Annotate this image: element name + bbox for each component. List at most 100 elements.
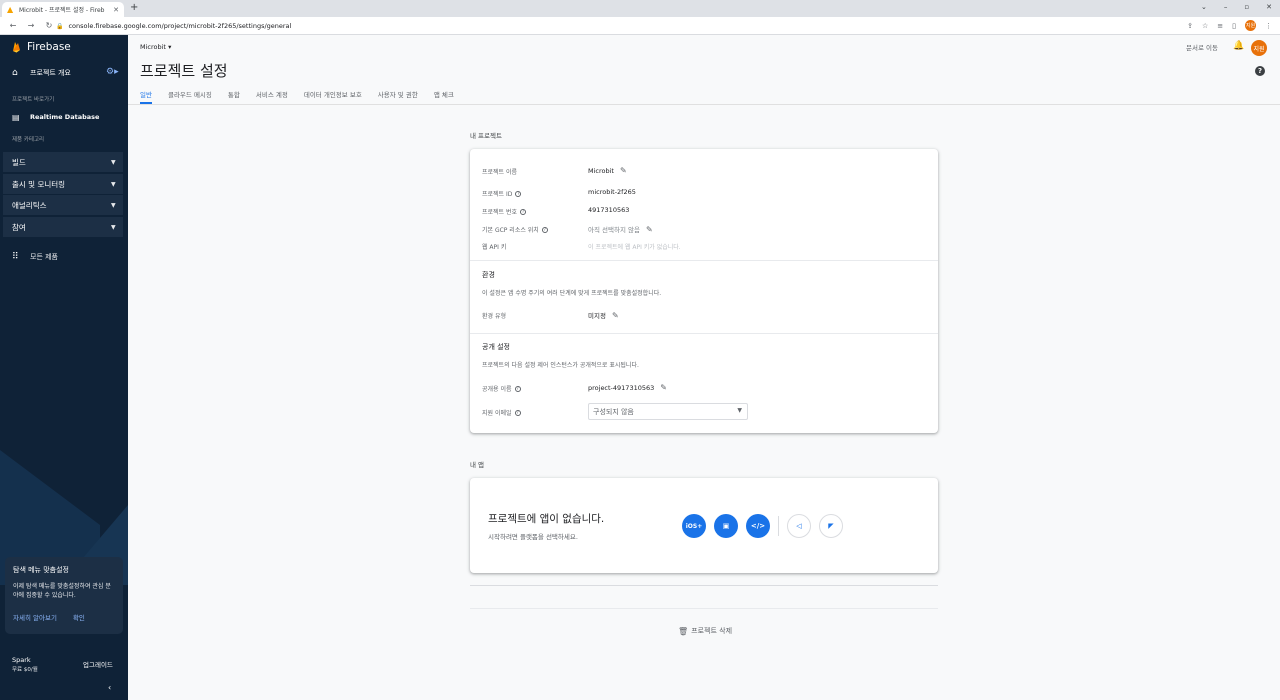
address-bar[interactable]: 🔒 console.firebase.google.com/project/mi… [56,19,1176,33]
help-circle-icon[interactable]: ? [515,190,522,197]
help-circle-icon[interactable]: ? [514,409,521,416]
project-id-label-text: 프로젝트 ID [482,191,513,198]
support-email-select[interactable]: 구성되지 않음 ▼ [588,403,748,420]
add-flutter-app-button[interactable]: ◤ [819,514,843,538]
sidebar-category-release-monitor[interactable]: 출시 및 모니터링 ▼ [3,174,123,194]
help-circle-icon[interactable]: ? [514,385,521,392]
firebase-logo[interactable]: Firebase [12,41,71,53]
no-apps-desc: 시작하려면 플랫폼을 선택하세요. [488,533,578,541]
category-label: 빌드 [12,157,26,167]
help-circle-icon[interactable]: ? [520,208,527,215]
tab-app-check[interactable]: 앱 체크 [434,86,454,104]
environment-type-value: 미지정 ✎ [588,310,619,321]
close-window-icon[interactable]: ✕ [1266,3,1272,11]
tab-search-icon[interactable]: ⌄ [1201,3,1207,11]
sidebar-category-analytics[interactable]: 애널리틱스 ▼ [3,195,123,215]
tab-integrations[interactable]: 통합 [228,86,240,104]
edit-pencil-icon[interactable]: ✎ [646,225,653,234]
edit-pencil-icon[interactable]: ✎ [620,166,627,175]
project-switcher[interactable]: Microbit ▾ [140,43,171,51]
content-divider [470,608,938,609]
public-name-value: project-4917310563 ✎ [588,383,667,392]
nav-customize-tip-card: 탐색 메뉴 맞춤설정 이제 탐색 메뉴를 맞춤설정하여 관심 분야에 집중할 수… [5,557,123,634]
help-icon[interactable]: ? [1255,66,1265,76]
all-products-link[interactable]: ⠿ 모든 제품 [0,249,128,265]
bookmark-star-icon[interactable]: ☆ [1202,22,1208,30]
add-unity-app-button[interactable]: ◁ [787,514,811,538]
sidebar-category-build[interactable]: 빌드 ▼ [3,152,123,172]
learn-more-link[interactable]: 자세히 알아보기 [13,612,57,622]
my-apps-card: 프로젝트에 앱이 없습니다. 시작하려면 플랫폼을 선택하세요. iOS+ ▣ … [470,478,938,573]
project-number-value: 4917310563 [588,206,630,214]
environment-type-text: 미지정 [588,312,606,320]
browser-tab[interactable]: ▲ Microbit - 프로젝트 설정 - Fireb ✕ [2,2,124,17]
url-text[interactable]: console.firebase.google.com/project/micr… [68,22,291,30]
settings-gear-icon[interactable]: ⚙▸ [106,67,119,77]
all-products-label: 모든 제품 [30,253,58,261]
account-avatar[interactable]: 지원 [1251,40,1267,56]
reading-list-icon[interactable]: ≡ [1217,22,1223,30]
my-apps-label: 내 앱 [470,461,485,469]
gcp-location-text: 아직 선택하지 않음 [588,226,640,234]
firebase-favicon-icon: ▲ [7,5,14,14]
go-to-docs-link[interactable]: 문서로 이동 [1186,42,1218,52]
sidebar: Firebase ⌂ 프로젝트 개요 ⚙▸ 프로젝트 바로가기 ▤ Realti… [0,35,128,700]
help-circle-icon[interactable]: ? [541,226,548,233]
tab-cloud-messaging[interactable]: 클라우드 메시징 [168,86,212,104]
reload-icon[interactable]: ↻ [44,21,54,30]
add-android-app-button[interactable]: ▣ [714,514,738,538]
android-icon: ▣ [722,522,730,530]
my-project-label: 내 프로젝트 [470,132,502,140]
category-label: 출시 및 모니터링 [12,179,66,189]
browser-tab-strip: ▲ Microbit - 프로젝트 설정 - Fireb ✕ + ⌄ – ▫ ✕ [0,0,1280,17]
tab-users-permissions[interactable]: 사용자 및 권한 [378,86,418,104]
tab-data-privacy[interactable]: 데이터 개인정보 보호 [304,86,362,104]
public-name-label-text: 공개용 이름 [482,386,512,393]
side-panel-icon[interactable]: ▯ [1232,22,1236,30]
tab-service-accounts[interactable]: 서비스 계정 [256,86,288,104]
edit-pencil-icon[interactable]: ✎ [660,383,667,392]
browser-tab-title: Microbit - 프로젝트 설정 - Fireb [19,7,105,14]
billing-plan: Spark 무료 $0/월 [12,656,38,673]
firebase-brand-name: Firebase [27,41,71,53]
sidebar-item-realtime-database[interactable]: ▤ Realtime Database [0,109,128,125]
confirm-link[interactable]: 확인 [73,612,85,622]
code-brackets-icon: </> [750,522,766,530]
upgrade-button[interactable]: 업그레이드 [83,659,113,669]
support-email-selected: 구성되지 않음 [593,407,634,416]
unity-icon: ◁ [796,522,802,530]
tip-title: 탐색 메뉴 맞춤설정 [13,566,69,574]
add-ios-app-button[interactable]: iOS+ [682,514,706,538]
dropdown-arrow-icon: ▼ [737,407,742,414]
back-icon[interactable]: ← [8,21,18,30]
share-icon[interactable]: ⇪ [1187,22,1193,30]
notifications-bell-icon[interactable]: 🔔 [1233,41,1244,51]
settings-tabs: 일반 클라우드 메시징 통합 서비스 계정 데이터 개인정보 보호 사용자 및 … [140,86,470,104]
browser-menu-icon[interactable]: ⋮ [1265,22,1272,30]
add-web-app-button[interactable]: </> [746,514,770,538]
chevron-down-icon: ▼ [111,180,116,188]
flutter-icon: ◤ [828,522,834,530]
chevron-down-icon: ▼ [111,158,116,166]
window-controls: ⌄ – ▫ ✕ [1201,3,1272,11]
edit-pencil-icon[interactable]: ✎ [612,311,619,320]
tab-close-icon[interactable]: ✕ [113,6,119,14]
new-tab-icon[interactable]: + [130,2,138,13]
tip-body: 이제 탐색 메뉴를 맞춤설정하여 관심 분야에 집중할 수 있습니다. [13,583,111,599]
plan-name: Spark [12,656,31,664]
collapse-sidebar-icon[interactable]: ‹ [108,683,111,692]
delete-project-button[interactable]: 🗑 프로젝트 삭제 [678,626,732,636]
project-number-label: 프로젝트 번호? [482,207,527,216]
maximize-icon[interactable]: ▫ [1244,3,1249,11]
gcp-location-value: 아직 선택하지 않음 ✎ [588,224,653,235]
project-overview-link[interactable]: ⌂ 프로젝트 개요 ⚙▸ [0,64,128,82]
tab-general[interactable]: 일반 [140,86,152,104]
minimize-icon[interactable]: – [1224,3,1228,11]
profile-avatar[interactable]: 지원 [1245,20,1256,31]
project-overview-label: 프로젝트 개요 [30,69,71,77]
sidebar-category-engage[interactable]: 참여 ▼ [3,217,123,237]
lock-icon[interactable]: 🔒 [56,23,63,30]
gcp-location-label: 기본 GCP 리소스 위치? [482,225,548,234]
environment-type-label: 환경 유형 [482,313,506,320]
forward-icon[interactable]: → [26,21,36,30]
